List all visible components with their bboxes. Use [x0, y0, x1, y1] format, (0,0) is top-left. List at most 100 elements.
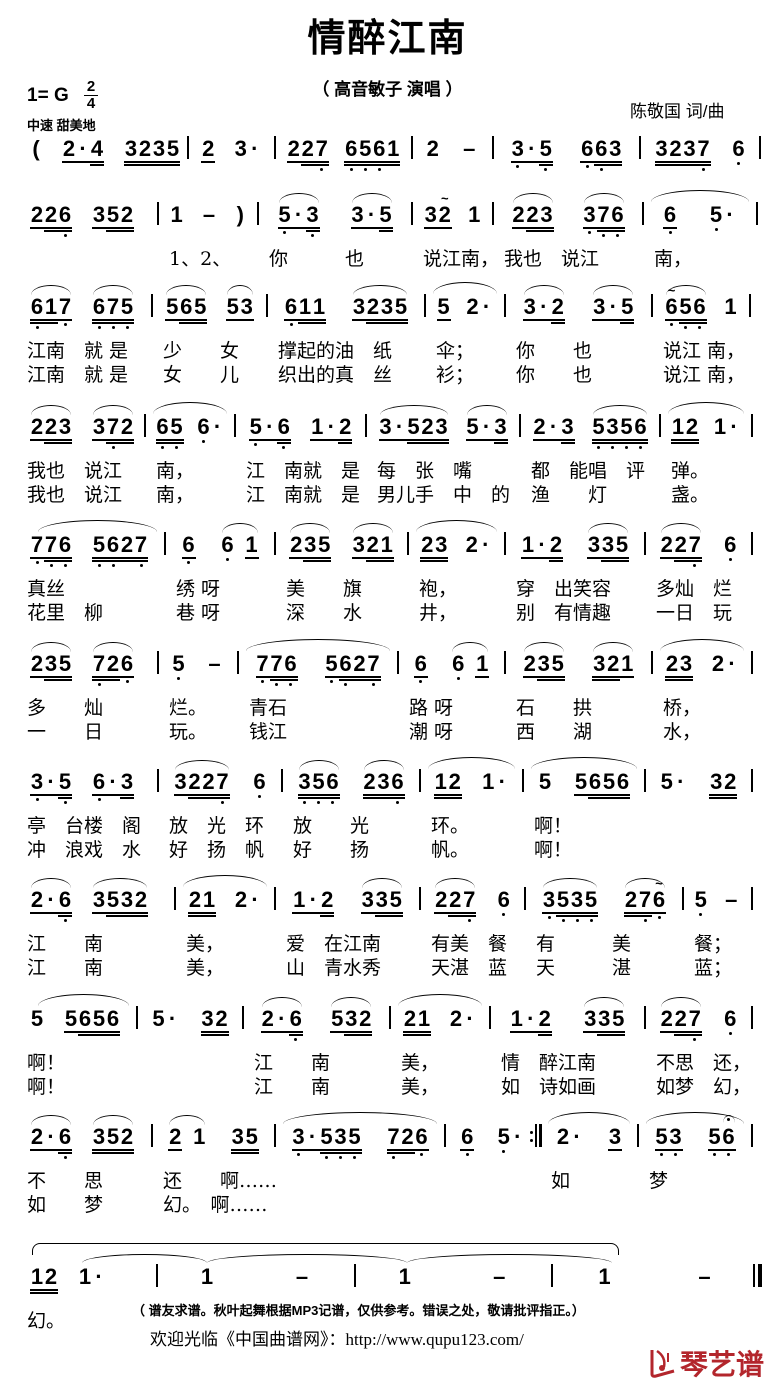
note-glyph: 7 — [134, 532, 148, 557]
underline — [58, 912, 72, 914]
underline — [120, 560, 134, 562]
underline — [580, 161, 595, 163]
measure: 1 · 2 3 3 5 爱 在江南山 青水秀 — [275, 878, 420, 983]
note-glyph: 2 — [138, 136, 152, 161]
underline — [549, 557, 563, 559]
underline — [592, 676, 607, 678]
note-glyph: 3 — [710, 769, 723, 794]
underline — [202, 912, 216, 914]
note-glyph: 6 — [452, 651, 465, 676]
measure-notes: 1– — [355, 1265, 552, 1289]
augmentation-dot: · — [536, 295, 551, 321]
note: 3 — [423, 203, 438, 229]
note-glyph: 2 — [215, 1006, 228, 1031]
note: 5 — [319, 1125, 334, 1159]
lyric-verse-2: 美， — [401, 1076, 440, 1098]
note-glyph: 3 — [234, 136, 247, 161]
underline — [276, 439, 291, 441]
note: 1 — [312, 295, 326, 324]
augmentation-dot-glyph: · — [79, 136, 87, 161]
note-glyph: 6 — [391, 769, 404, 794]
note-glyph: 3 — [92, 1124, 106, 1149]
underline — [333, 1149, 348, 1151]
lyric-verse-2: 巷 呀 — [176, 602, 221, 624]
note-group: 3 · 5 — [510, 137, 553, 171]
note: 5 — [619, 415, 634, 449]
underline — [403, 1031, 417, 1033]
measure: 5 · 3 2 — [137, 1007, 243, 1102]
note-group: ( — [30, 137, 42, 161]
underline — [671, 442, 685, 444]
note-glyph: 6 — [595, 136, 608, 161]
note: 6 — [30, 295, 44, 329]
underline — [560, 439, 575, 441]
underline — [687, 560, 702, 562]
underline — [297, 797, 312, 799]
augmentation-dot: · — [76, 136, 90, 163]
underline — [344, 164, 359, 166]
underline — [591, 439, 606, 441]
augmentation-dot: · — [463, 1007, 477, 1031]
underline — [448, 912, 463, 914]
measure: 7 7 6 5 6 2 7 真丝 花里 柳 — [27, 520, 165, 628]
underline — [546, 439, 561, 441]
note-glyph: 2 — [30, 887, 44, 912]
underline — [201, 794, 216, 796]
note: 3 — [493, 415, 508, 444]
note: 6 — [723, 533, 737, 561]
underline — [92, 227, 106, 229]
measure-notes: 2135 — [152, 1115, 275, 1154]
underline — [358, 164, 373, 166]
lyric-verse-1: 梦 — [649, 1170, 669, 1192]
note: 5 — [602, 770, 616, 799]
underline — [536, 676, 551, 678]
slur-arc — [466, 405, 507, 415]
underline — [602, 797, 616, 799]
lyric-verse-1: 啊！ — [27, 1052, 66, 1074]
note-glyph: 1 — [671, 414, 685, 439]
low-octave-dot-icon — [585, 165, 589, 168]
lyric-verse-1: 啊！ — [534, 815, 573, 837]
lyric-verse-1: 我也 说江 — [504, 248, 600, 270]
note-glyph: 2 — [301, 136, 314, 161]
note: 2 — [723, 770, 738, 799]
note-glyph: 5 — [92, 532, 106, 557]
lyric-verse-1: 放 光 — [293, 815, 370, 837]
underline — [420, 560, 435, 562]
note-glyph: 3 — [201, 1006, 214, 1031]
note-group: 5 · — [660, 770, 688, 794]
underline — [44, 557, 58, 559]
slur-arc — [298, 760, 339, 770]
underline — [44, 912, 58, 914]
note-glyph: 2 — [523, 651, 536, 676]
note: 3 — [536, 652, 551, 681]
note-glyph: 3 — [609, 136, 622, 161]
note-glyph: 5 — [497, 1124, 510, 1149]
underline — [347, 1149, 362, 1151]
note-group: 3 2 ~ — [423, 192, 452, 229]
note-glyph: 3 — [561, 414, 574, 439]
note: 2 — [30, 887, 44, 914]
note: 6 — [497, 888, 511, 916]
note: 2 — [120, 1125, 134, 1154]
underline — [462, 915, 477, 917]
augmentation-dot: · — [211, 415, 225, 439]
note: 7 — [366, 652, 381, 686]
underline — [338, 676, 353, 678]
note: 2 — [289, 533, 304, 559]
note-glyph: 6 — [724, 1006, 737, 1031]
underline — [92, 676, 106, 678]
lyric-verse-2: 男儿手 中 的 — [377, 484, 511, 506]
note-group: 3 · 5 3 5 — [291, 1125, 362, 1159]
measure-notes: 1 · 2 3 3 5 — [505, 523, 645, 562]
underline — [58, 676, 72, 678]
underline — [30, 322, 44, 324]
underline — [106, 1031, 120, 1033]
note-group: 3 · 2 — [522, 285, 565, 324]
note-glyph: 2 — [449, 887, 462, 912]
augmentation-dot: · — [725, 652, 739, 676]
underline — [244, 1152, 259, 1154]
note: 2 — [168, 1125, 183, 1151]
lyric-verse-1: 你 也 — [269, 248, 365, 270]
measure-notes: 3 · 5 6 6 3 — [493, 136, 640, 171]
